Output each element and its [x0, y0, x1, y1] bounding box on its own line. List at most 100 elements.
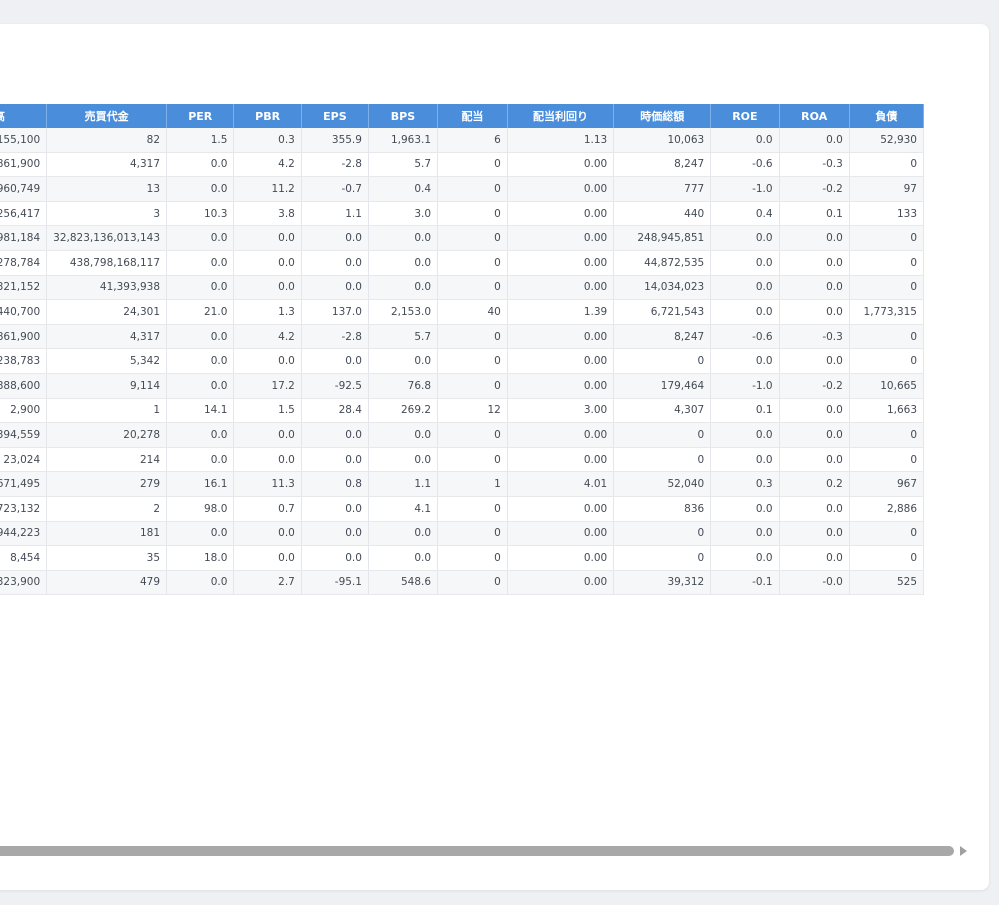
table-cell: 440	[613, 201, 712, 227]
table-cell: 9,114	[46, 373, 168, 399]
table-cell: 3.00	[507, 398, 615, 424]
table-cell: 32,823,136,013,143	[46, 225, 168, 251]
table-row[interactable]: 2,960,749130.011.2-0.70.400.00777-1.0-0.…	[0, 176, 925, 202]
table-row[interactable]: 155,100 82 1.5 0.3 355.9 1,963.1 6 1.13 10,063 0.…	[0, 128, 925, 153]
column-header[interactable]: 配当利回り	[507, 104, 615, 128]
table-row[interactable]: 179,861,9004,3170.04.2-2.85.700.008,247-…	[0, 152, 925, 178]
table-cell: 0.1	[779, 201, 850, 227]
table-header-row: 出来高売買代金PERPBREPSBPS配当配当利回り時価総額ROEROA負債	[0, 104, 925, 128]
scroll-right-arrow-icon[interactable]	[960, 846, 967, 856]
table-cell: 1.1	[368, 471, 439, 497]
table-cell: 723,132	[0, 496, 48, 522]
table-row[interactable]: 188,278,784438,798,168,1170.00.00.00.000…	[0, 250, 925, 276]
table-row[interactable]: 8,440,70024,30121.01.3137.02,153.0401.39…	[0, 299, 925, 325]
table-cell: 0.0	[233, 521, 302, 547]
table-row[interactable]: 256,417 3 10.3 3.8 1.1 3.0 0 0.00 440 0.4 0.1 133	[0, 201, 925, 227]
column-header[interactable]: 売買代金	[46, 104, 168, 128]
table-cell: 0.0	[166, 225, 235, 251]
table-cell: -0.1	[710, 570, 780, 596]
column-header[interactable]: BPS	[368, 104, 439, 128]
table-cell: 17.2	[233, 373, 302, 399]
column-header[interactable]: PBR	[233, 104, 302, 128]
table-cell: 82	[46, 128, 168, 153]
table-row[interactable]: 942,321,15241,393,9380.00.00.00.000.0014…	[0, 275, 925, 301]
table-cell: 0	[613, 447, 712, 473]
table-cell: 0.0	[710, 299, 780, 325]
table-row[interactable]: 2,900 1 14.1 1.5 28.4 269.2 12 3.00 4,307 0.1 0.0 1…	[0, 398, 925, 424]
column-header[interactable]: EPS	[301, 104, 369, 128]
table-cell: 0.0	[368, 275, 439, 301]
table-row[interactable]: 8,454 35 18.0 0.0 0.0 0.0 0 0.00 0 0.0 0.0 0	[0, 545, 925, 571]
table-cell: 0.00	[507, 324, 615, 350]
table-cell: 0.00	[507, 545, 615, 571]
table-cell: -0.2	[779, 176, 850, 202]
table-row[interactable]: 323,900 479 0.0 2.7 -95.1 548.6 0 0.00 39,312 -0.…	[0, 570, 925, 596]
table-cell: 11.2	[233, 176, 302, 202]
table-cell: 14,034,023	[613, 275, 712, 301]
table-row[interactable]: 5,394,55920,2780.00.00.00.000.0000.00.00	[0, 422, 925, 448]
table-cell: 97	[849, 176, 925, 202]
table-cell: 40	[437, 299, 508, 325]
table-cell: 479	[46, 570, 168, 596]
table-cell: 0.0	[166, 521, 235, 547]
table-cell: -92.5	[301, 373, 369, 399]
table-cell: 11.3	[233, 471, 302, 497]
table-cell: 3	[46, 201, 168, 227]
table-cell: 13	[46, 176, 168, 202]
table-cell: 3.0	[368, 201, 439, 227]
table-row[interactable]: 238,783 5,342 0.0 0.0 0.0 0.0 0 0.00 0 0.0 0.0 0	[0, 348, 925, 374]
table-cell: 1.39	[507, 299, 615, 325]
table-cell: 2,900	[0, 398, 48, 424]
column-header[interactable]: 負債	[849, 104, 925, 128]
column-header[interactable]: 時価総額	[613, 104, 712, 128]
table-cell: 967	[849, 471, 925, 497]
table-cell: 3.8	[233, 201, 302, 227]
table-cell: 1.3	[233, 299, 302, 325]
column-header[interactable]: 出来高	[0, 104, 48, 128]
table-cell: 179,861,900	[0, 152, 48, 178]
table-cell: 438,798,168,117	[46, 250, 168, 276]
table-cell: 1.13	[507, 128, 615, 153]
table-cell: 0	[437, 275, 508, 301]
table-cell: 0.00	[507, 496, 615, 522]
table-cell: 0.0	[779, 398, 850, 424]
column-header[interactable]: ROA	[779, 104, 850, 128]
table-cell: 0.0	[779, 447, 850, 473]
table-cell: 0	[437, 324, 508, 350]
table-cell: 1,944,223	[0, 521, 48, 547]
table-cell: 0	[613, 422, 712, 448]
table-row[interactable]: 6,888,6009,1140.017.2-92.576.800.00179,4…	[0, 373, 925, 399]
table-cell: 0.0	[368, 447, 439, 473]
table-cell: -0.2	[779, 373, 850, 399]
table-cell: 0	[613, 348, 712, 374]
table-cell: 0.0	[301, 275, 369, 301]
table-row[interactable]: 179,861,9004,3170.04.2-2.85.700.008,247-…	[0, 324, 925, 350]
column-header[interactable]: 配当	[437, 104, 508, 128]
column-header[interactable]: PER	[166, 104, 235, 128]
table-cell: 0.0	[710, 225, 780, 251]
table-cell: 0	[437, 348, 508, 374]
table-row[interactable]: 1,944,2231810.00.00.00.000.0000.00.00	[0, 521, 925, 547]
table-cell: 214	[46, 447, 168, 473]
table-cell: 0.0	[710, 128, 780, 153]
table-row[interactable]: 21,671,49527916.111.30.81.114.0152,0400.…	[0, 471, 925, 497]
table-cell: 188,278,784	[0, 250, 48, 276]
table-row[interactable]: 23,024 214 0.0 0.0 0.0 0.0 0 0.00 0 0.0 0.0 0	[0, 447, 925, 473]
table-cell: 1.5	[166, 128, 235, 153]
horizontal-scrollbar[interactable]	[0, 844, 973, 858]
table-cell: 10,665	[849, 373, 925, 399]
table-cell: 0.0	[710, 422, 780, 448]
scrollbar-thumb[interactable]	[0, 846, 954, 856]
table-row[interactable]: 723,132 2 98.0 0.7 0.0 4.1 0 0.00 836 0.0 0.0 2,886	[0, 496, 925, 522]
table-cell: 44,872,535	[613, 250, 712, 276]
table-cell: 137.0	[301, 299, 369, 325]
column-header[interactable]: ROE	[710, 104, 780, 128]
table-viewport[interactable]: 出来高売買代金PERPBREPSBPS配当配当利回り時価総額ROEROA負債 1…	[0, 104, 973, 624]
table-row[interactable]: 733,981,18432,823,136,013,1430.00.00.00.…	[0, 225, 925, 251]
table-cell: 0.0	[233, 422, 302, 448]
table-cell: 0.0	[233, 447, 302, 473]
table-cell: 2,153.0	[368, 299, 439, 325]
table-cell: 1.1	[301, 201, 369, 227]
table-cell: 0.0	[166, 447, 235, 473]
table-cell: 0	[849, 152, 925, 178]
